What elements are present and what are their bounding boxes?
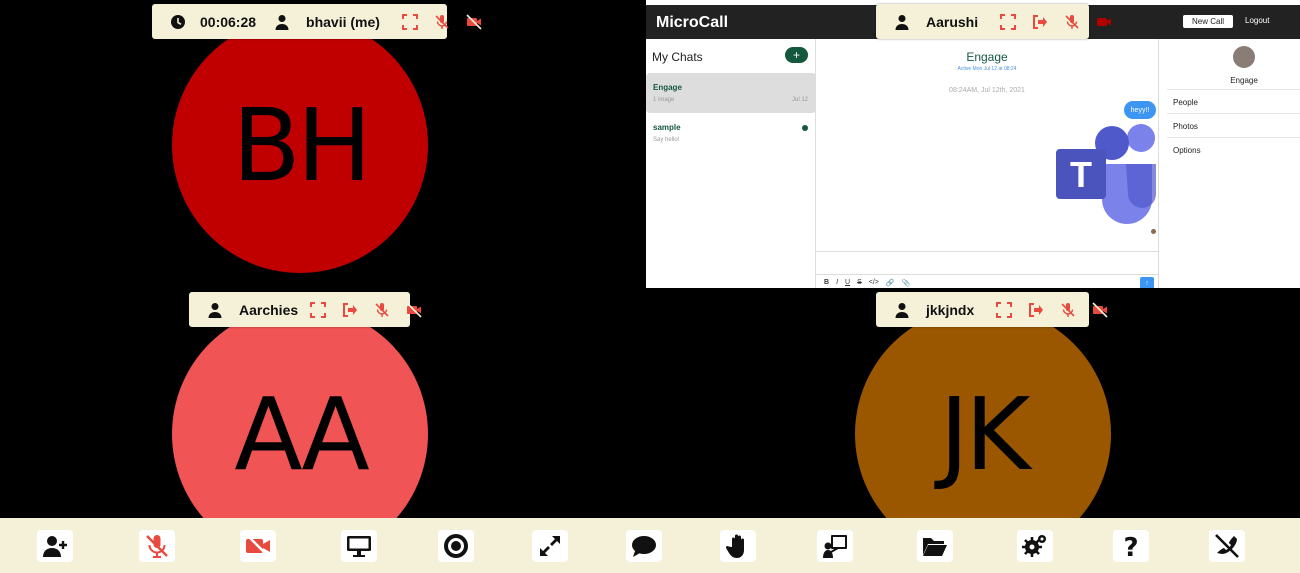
camera-off-icon[interactable] — [1092, 301, 1108, 318]
chat-item-sample[interactable]: sample Say hello! — [646, 113, 816, 153]
chat-item-engage[interactable]: Engage 1 image Jul 12 — [646, 73, 816, 113]
mic-off-icon[interactable] — [434, 14, 450, 30]
chat-preview: 1 image — [653, 97, 675, 103]
screen-share-icon — [346, 533, 372, 559]
unread-dot — [802, 125, 808, 131]
participant-controls-aarchies: Aarchies — [189, 292, 422, 327]
settings-button[interactable] — [1017, 530, 1053, 562]
info-chat-name: Engage — [1230, 76, 1258, 85]
participant-name: jkkjndx — [926, 301, 975, 318]
participant-controls-aarushi: Aarushi — [876, 4, 1112, 39]
underline-button[interactable]: U — [845, 279, 850, 286]
remove-participant-icon[interactable] — [1028, 302, 1044, 318]
user-icon — [207, 302, 223, 318]
raise-hand-button[interactable] — [720, 530, 756, 562]
mute-button[interactable] — [139, 530, 175, 562]
participant-controls-bhavii: 00:06:28 bhavii (me) — [152, 4, 482, 39]
link-icon[interactable]: 🔗 — [886, 279, 895, 287]
video-tile-aarushi: MicroCall New Call Logout My Chats + Eng… — [646, 0, 1300, 292]
camera-toggle-button[interactable] — [240, 530, 276, 562]
help-icon: ? — [1118, 533, 1144, 559]
add-participant-button[interactable] — [37, 530, 73, 562]
screen-share-button[interactable] — [341, 530, 377, 562]
chats-title: My Chats — [652, 50, 703, 64]
clock-icon — [170, 14, 186, 30]
participant-name: bhavii (me) — [306, 13, 380, 30]
participant-name: Aarushi — [926, 13, 979, 30]
fullscreen-icon[interactable] — [1000, 13, 1017, 30]
remove-participant-icon[interactable] — [1032, 14, 1048, 30]
chat-preview: Say hello! — [653, 137, 680, 143]
new-call-button[interactable]: New Call — [1183, 15, 1233, 28]
video-tile-bhavii: BH — [0, 0, 650, 288]
message-bubble: heyy!! — [1124, 101, 1156, 119]
svg-text:T: T — [1070, 154, 1092, 195]
fullscreen-button[interactable] — [532, 530, 568, 562]
info-options[interactable]: Options — [1167, 137, 1300, 161]
info-people[interactable]: People — [1167, 89, 1300, 113]
avatar-bh: BH — [172, 17, 428, 273]
add-chat-button[interactable]: + — [785, 47, 808, 63]
chats-pane: My Chats + Engage 1 image Jul 12 sample … — [646, 39, 816, 290]
call-timer: 00:06:28 — [200, 13, 257, 30]
avatar-jk: JK — [855, 306, 1111, 518]
user-icon — [894, 302, 910, 318]
bold-button[interactable]: B — [824, 279, 829, 286]
presenter-button[interactable] — [817, 530, 853, 562]
camera-off-icon[interactable] — [406, 301, 422, 318]
mic-off-icon[interactable] — [1064, 14, 1080, 30]
conversation-title: Engage — [966, 50, 1008, 64]
end-call-icon — [1214, 533, 1240, 559]
user-icon — [274, 14, 290, 30]
end-call-button[interactable] — [1209, 530, 1245, 562]
svg-text:?: ? — [1123, 533, 1138, 559]
fullscreen-icon[interactable] — [310, 301, 327, 318]
folder-icon — [922, 533, 948, 559]
chat-name: sample — [653, 123, 681, 132]
fullscreen-icon[interactable] — [996, 301, 1013, 318]
participant-name: Aarchies — [239, 301, 299, 318]
teams-logo-image: T — [1056, 124, 1156, 224]
shared-screen: MicroCall New Call Logout My Chats + Eng… — [646, 0, 1300, 290]
conversation-pane: Engage Active Mon Jul 12 at 08:24 08:24A… — [816, 39, 1158, 290]
message-input[interactable] — [816, 251, 1158, 273]
attach-icon[interactable]: 📎 — [902, 279, 911, 287]
fullscreen-icon[interactable] — [401, 13, 418, 30]
help-button[interactable]: ? — [1113, 530, 1149, 562]
camera-off-icon — [245, 533, 271, 559]
code-button[interactable]: </> — [869, 279, 879, 286]
info-pane: Engage People Photos Options — [1158, 39, 1300, 290]
chat-button[interactable] — [626, 530, 662, 562]
mute-mic-icon — [144, 533, 170, 559]
message-timestamp: 08:24AM, Jul 12th, 2021 — [949, 87, 1025, 94]
camera-on-icon[interactable] — [1096, 14, 1112, 30]
info-photos[interactable]: Photos — [1167, 113, 1300, 137]
chat-avatar — [1233, 46, 1255, 68]
app-logo: MicroCall — [656, 14, 729, 31]
files-button[interactable] — [917, 530, 953, 562]
user-icon — [894, 14, 910, 30]
sender-avatar — [1151, 229, 1156, 234]
mic-off-icon[interactable] — [374, 302, 390, 318]
record-button[interactable] — [438, 530, 474, 562]
settings-icon — [1022, 533, 1048, 559]
camera-off-icon[interactable] — [466, 13, 482, 30]
logout-link[interactable]: Logout — [1245, 16, 1269, 25]
mic-off-icon[interactable] — [1060, 302, 1076, 318]
avatar-aa: AA — [172, 306, 428, 518]
strike-button[interactable]: S — [857, 279, 862, 286]
presenter-icon — [822, 533, 848, 559]
chat-date: Jul 12 — [791, 97, 808, 103]
add-participant-icon — [42, 533, 68, 559]
remove-participant-icon[interactable] — [342, 302, 358, 318]
chat-icon — [631, 533, 657, 559]
italic-button[interactable]: I — [836, 279, 838, 286]
conversation-active-status: Active Mon Jul 12 at 08:24 — [957, 66, 1017, 72]
call-toolbar: ? — [0, 518, 1300, 573]
participant-controls-jkkjndx: jkkjndx — [876, 292, 1108, 327]
record-icon — [443, 533, 469, 559]
raise-hand-icon — [725, 533, 751, 559]
fullscreen-icon — [537, 533, 563, 559]
chat-name: Engage — [653, 83, 682, 92]
